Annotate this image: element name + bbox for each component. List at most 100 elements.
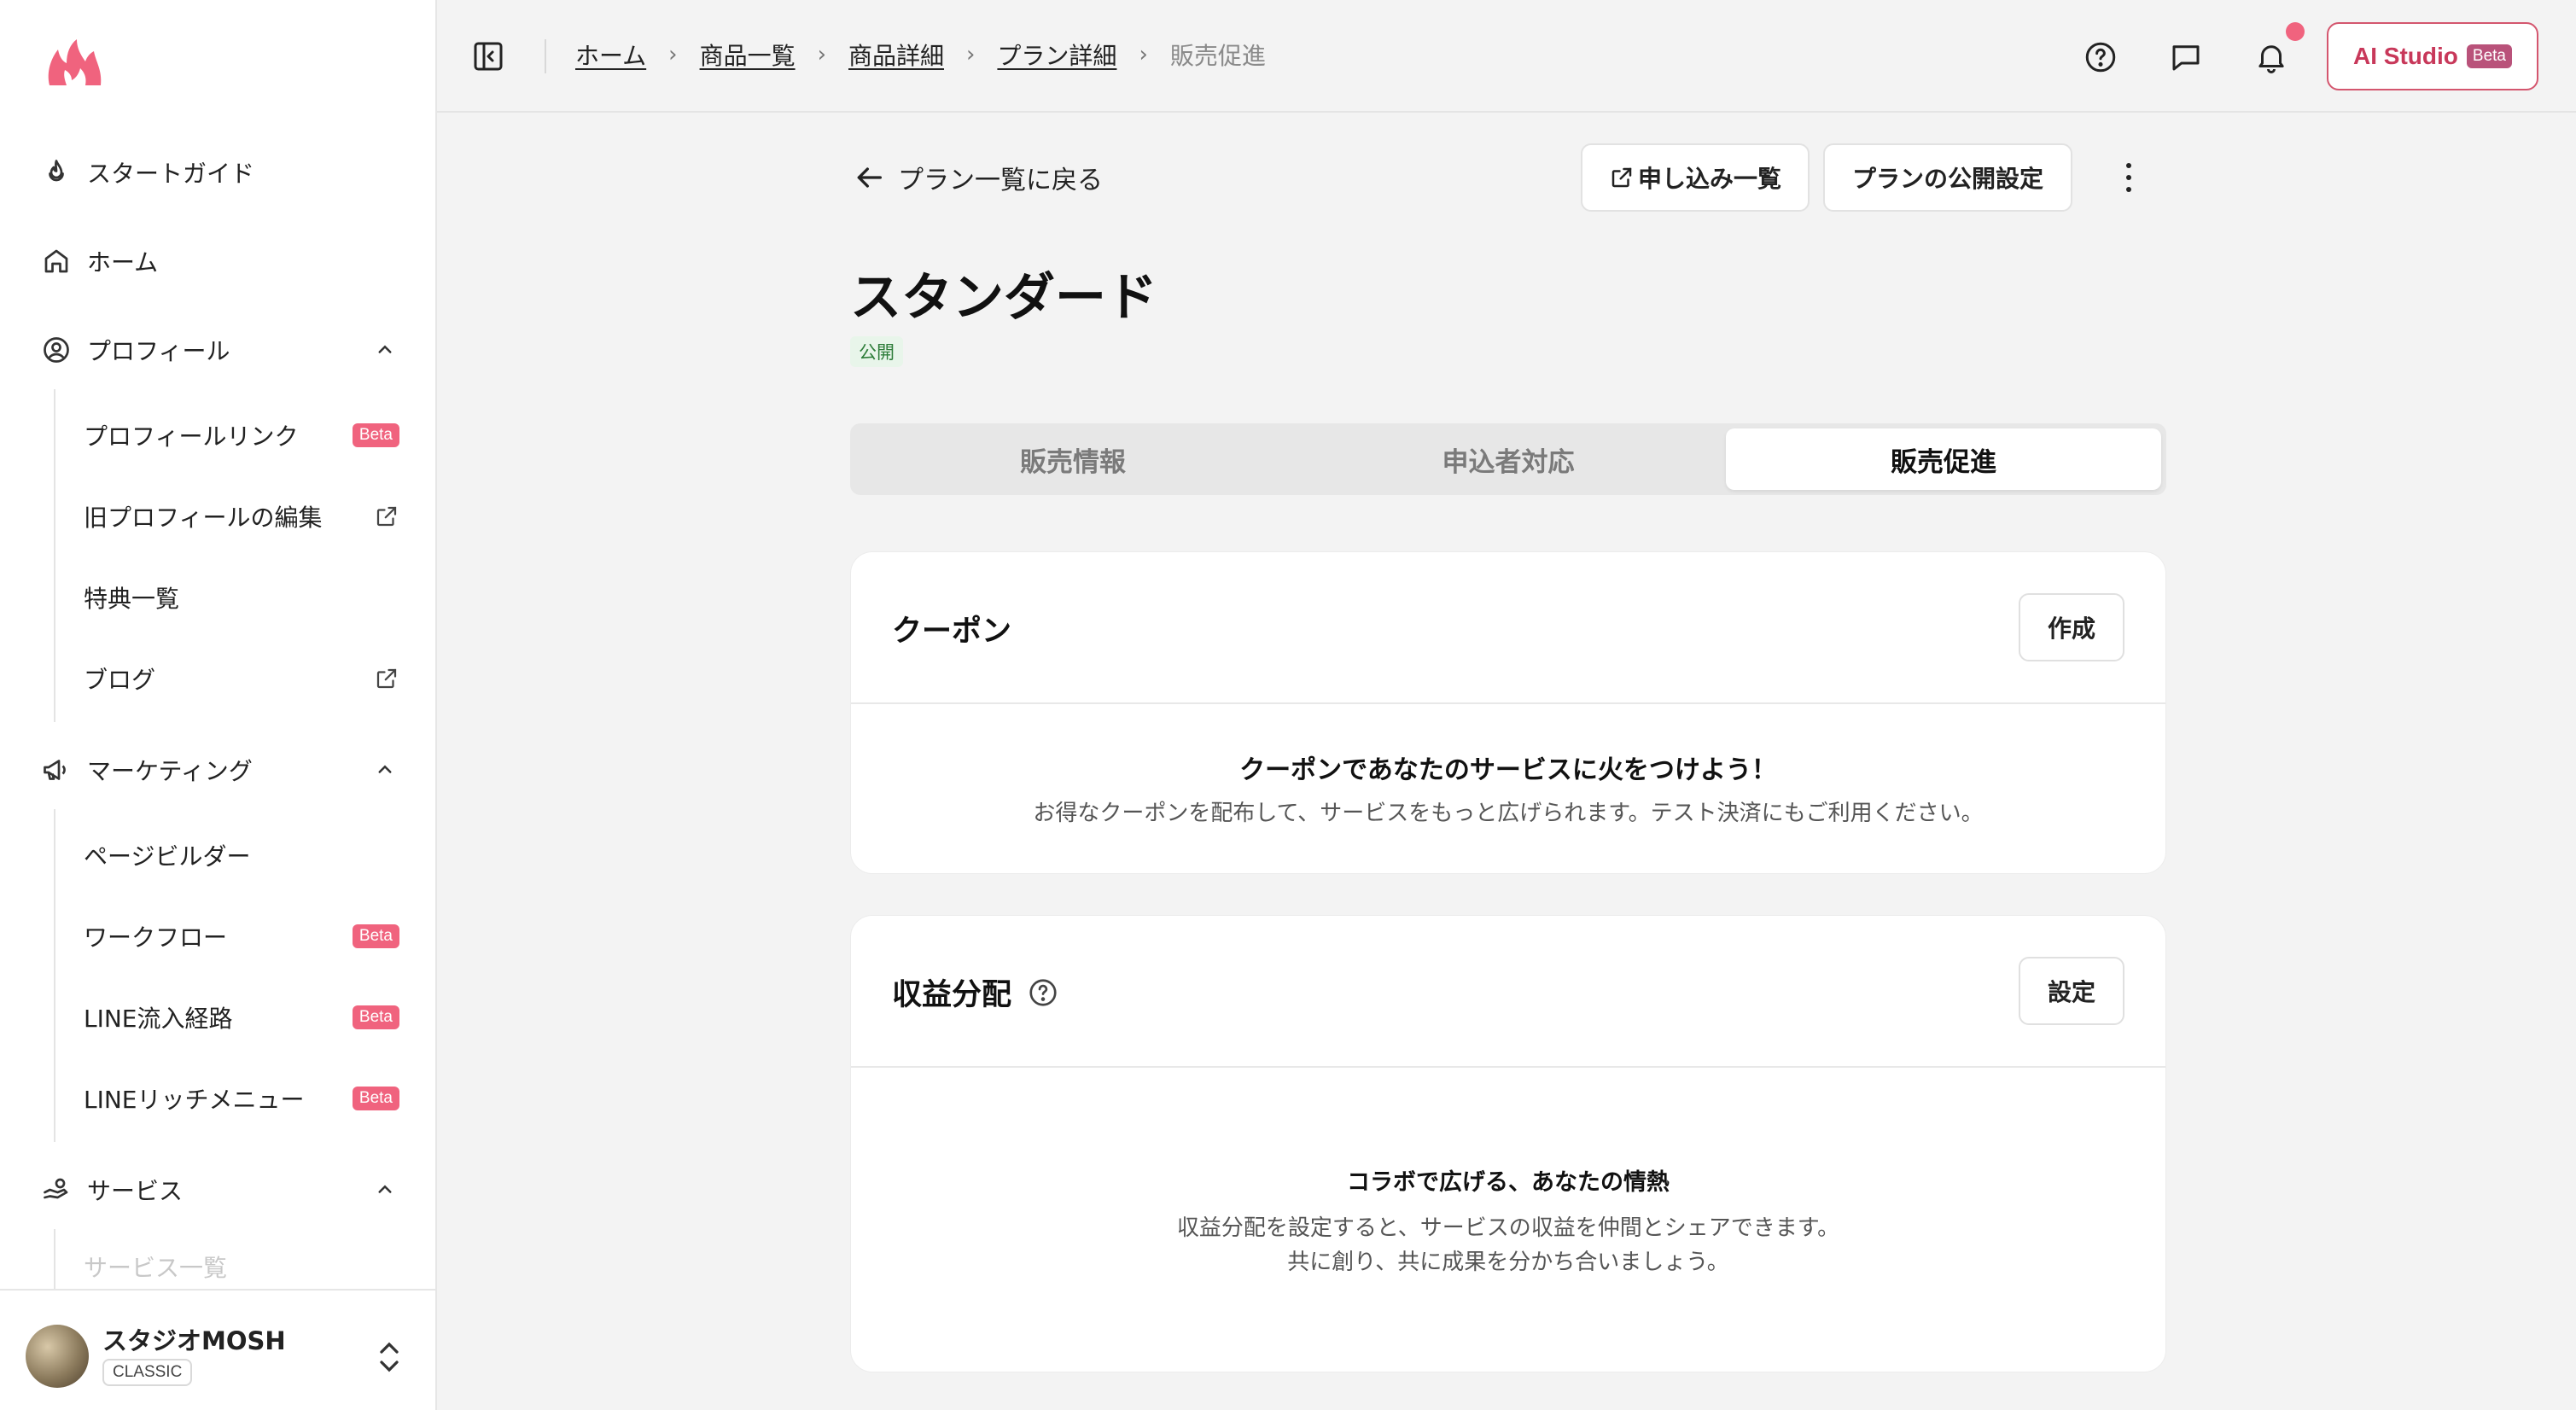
sidebar-item-page-builder[interactable]: ページビルダー <box>84 830 399 881</box>
revenue-share-card: 収益分配 設定 コラボで広げる、あなたの情熱 収益分配を設定すると、サービスの収… <box>850 915 2166 1372</box>
bell-icon[interactable] <box>2253 22 2305 75</box>
chevron-up-icon[interactable] <box>372 1177 398 1203</box>
sidebar-item-home[interactable]: ホーム <box>39 236 158 287</box>
revenue-title: 収益分配 <box>892 978 1012 1012</box>
chat-icon[interactable] <box>2168 39 2204 75</box>
sidebar-item-profile-link[interactable]: プロフィールリンク Beta <box>84 410 399 461</box>
sidebar-item-label: プロフィールリンク <box>84 422 299 451</box>
publish-settings-label: プランの公開設定 <box>1851 165 2043 193</box>
sidebar-item-label: LINE流入経路 <box>84 1005 233 1033</box>
card-header: 収益分配 設定 <box>851 916 2165 1068</box>
ai-studio-button[interactable]: AI Studio Beta <box>2327 22 2538 90</box>
group-line <box>54 1229 55 1289</box>
sidebar-item-label: 旧プロフィールの編集 <box>84 504 323 532</box>
breadcrumb-plan-detail[interactable]: プラン詳細 <box>997 38 1116 72</box>
chevron-right-icon: › <box>1139 42 1148 67</box>
plan-tabs: 販売情報 申込者対応 販売促進 <box>850 423 2166 495</box>
sidebar-item-label: サービス一覧 <box>84 1254 228 1282</box>
revenue-empty-title: コラボで広げる、あなたの情熱 <box>1347 1169 1670 1196</box>
beta-badge: Beta <box>352 423 399 447</box>
sidebar-item-start-guide[interactable]: スタートガイド <box>39 147 254 198</box>
sidebar-item-label: ページビルダー <box>84 842 251 871</box>
page-title: スタンダード <box>850 268 1157 328</box>
sidebar-item-label: ワークフロー <box>84 923 228 952</box>
card-title: 収益分配 <box>892 970 1059 1014</box>
applications-label: 申し込み一覧 <box>1637 165 1781 193</box>
external-link-icon <box>374 666 399 691</box>
breadcrumb-current: 販売促進 <box>1169 42 1266 70</box>
coupon-empty-desc: お得なクーポンを配布して、サービスをもっと広げられます。テスト決済にもご利用くだ… <box>1033 801 1984 826</box>
publish-settings-button[interactable]: プランの公開設定 <box>1823 143 2072 212</box>
group-line <box>54 809 55 1142</box>
breadcrumb-product-detail[interactable]: 商品詳細 <box>848 38 944 72</box>
tab-sales-info[interactable]: 販売情報 <box>855 428 1291 490</box>
sidebar-item-perks[interactable]: 特典一覧 <box>84 572 399 623</box>
chevron-up-icon[interactable] <box>372 337 398 363</box>
chevron-up-icon[interactable] <box>372 757 398 783</box>
chevron-right-icon: › <box>817 42 826 67</box>
breadcrumb-home[interactable]: ホーム <box>575 38 646 72</box>
coupon-empty-title: クーポンであなたのサービスに火をつけよう！ <box>1239 755 1777 785</box>
card-title: クーポン <box>892 607 1011 650</box>
sidebar-item-service-list[interactable]: サービス一覧 <box>84 1250 399 1287</box>
external-link-icon <box>1611 167 1632 188</box>
breadcrumb-products[interactable]: 商品一覧 <box>700 38 796 72</box>
megaphone-icon <box>39 753 73 787</box>
chevron-right-icon: › <box>966 42 976 67</box>
home-icon <box>39 244 73 278</box>
beta-badge: Beta <box>352 1005 399 1029</box>
mosh-flame-logo[interactable] <box>44 38 106 89</box>
flame-icon <box>39 155 73 189</box>
create-coupon-button[interactable]: 作成 <box>2019 593 2124 661</box>
sidebar-item-label: 特典一覧 <box>84 585 180 613</box>
coupon-card: クーポン 作成 クーポンであなたのサービスに火をつけよう！ お得なクーポンを配布… <box>850 551 2166 874</box>
help-icon[interactable] <box>1027 976 1059 1009</box>
back-label: プラン一覧に戻る <box>898 166 1103 195</box>
hand-coin-icon <box>39 1173 73 1207</box>
sidebar: スタートガイド ホーム プロフィール プロフィールリンク Beta 旧プロフィー… <box>0 0 437 1410</box>
card-header: クーポン 作成 <box>851 552 2165 704</box>
tab-applicants[interactable]: 申込者対応 <box>1291 428 1726 490</box>
account-name: スタジオMOSH <box>102 1326 286 1355</box>
revenue-empty-desc-2: 共に創り、共に成果を分かち合いましょう。 <box>1287 1250 1729 1275</box>
sidebar-item-service[interactable]: サービス <box>39 1164 398 1215</box>
chevron-up-down-icon[interactable] <box>374 1338 405 1376</box>
tab-promotion[interactable]: 販売促進 <box>1726 428 2161 490</box>
account-switcher[interactable]: スタジオMOSH CLASSIC <box>0 1289 435 1410</box>
breadcrumb: ホーム › 商品一覧 › 商品詳細 › プラン詳細 › 販売促進 <box>575 38 1266 72</box>
avatar <box>26 1325 89 1388</box>
arrow-left-icon <box>857 167 882 188</box>
sidebar-item-blog[interactable]: ブログ <box>84 653 399 704</box>
status-badge: 公開 <box>850 336 903 367</box>
group-line <box>54 389 55 722</box>
sidebar-item-label: マーケティング <box>87 757 253 785</box>
more-menu-icon[interactable] <box>2112 159 2146 196</box>
back-to-plans-link[interactable]: プラン一覧に戻る <box>852 159 1103 196</box>
ai-studio-label: AI Studio <box>2353 43 2458 69</box>
coupon-title: クーポン <box>892 615 1012 649</box>
revenue-empty-desc-1: 収益分配を設定すると、サービスの収益を仲間とシェアできます。 <box>1176 1215 1840 1241</box>
sidebar-item-marketing[interactable]: マーケティング <box>39 744 398 795</box>
sidebar-item-label: ブログ <box>84 666 156 694</box>
sidebar-item-old-profile-edit[interactable]: 旧プロフィールの編集 <box>84 491 399 542</box>
sidebar-item-label: サービス <box>87 1177 184 1205</box>
sidebar-item-label: LINEリッチメニュー <box>84 1086 305 1114</box>
sidebar-item-label: プロフィール <box>87 337 230 365</box>
sidebar-item-line-rich-menu[interactable]: LINEリッチメニュー Beta <box>84 1073 399 1124</box>
beta-badge: Beta <box>352 924 399 948</box>
help-icon[interactable] <box>2083 39 2118 75</box>
beta-badge: Beta <box>352 1087 399 1110</box>
sidebar-item-profile[interactable]: プロフィール <box>39 324 398 376</box>
sidebar-item-line-route[interactable]: LINE流入経路 Beta <box>84 992 399 1043</box>
sidebar-item-label: スタートガイド <box>87 160 255 188</box>
top-bar: ホーム › 商品一覧 › 商品詳細 › プラン詳細 › 販売促進 AI Stud… <box>437 0 2576 113</box>
sidebar-item-label: ホーム <box>87 248 159 277</box>
revenue-settings-button[interactable]: 設定 <box>2019 957 2124 1025</box>
sidebar-toggle-icon[interactable] <box>471 39 505 73</box>
beta-badge: Beta <box>2466 44 2512 68</box>
divider <box>545 39 546 73</box>
applications-button[interactable]: 申し込み一覧 <box>1581 143 1810 212</box>
sidebar-item-workflow[interactable]: ワークフロー Beta <box>84 911 399 962</box>
plan-badge: CLASSIC <box>102 1359 193 1386</box>
user-circle-icon <box>39 333 73 367</box>
